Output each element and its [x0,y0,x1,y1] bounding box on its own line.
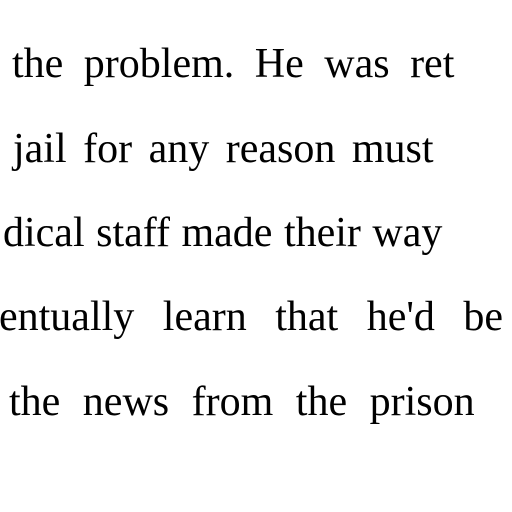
text-line-1: the problem. He was ret [12,41,455,87]
text-line-5: the news from the prison [9,379,475,425]
document-page: the problem. He was ret jail for any rea… [0,0,512,512]
text-line-4: entually learn that he'd be [0,294,504,340]
text-line-3: dical staff made their way [3,210,443,256]
text-line-2: jail for any reason must [13,126,434,172]
